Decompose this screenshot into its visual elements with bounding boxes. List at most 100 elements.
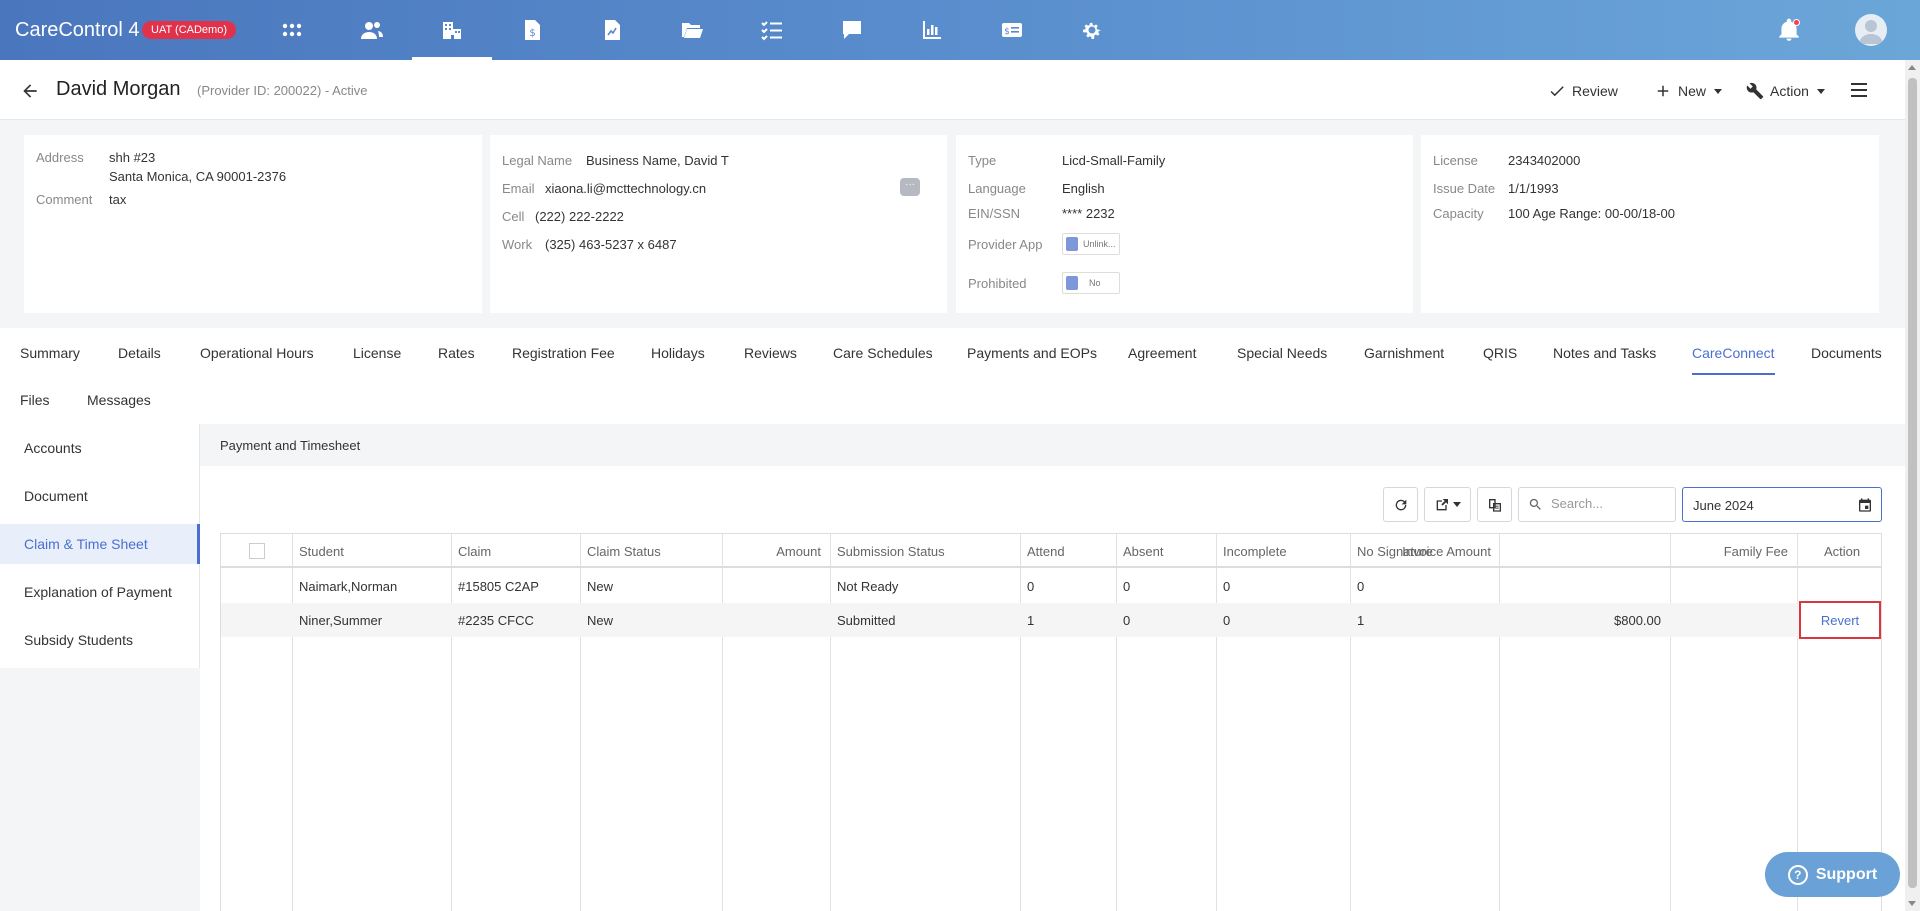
column-header-amount[interactable]: Amount [776, 544, 821, 559]
prohibited-label: Prohibited [968, 276, 1027, 291]
column-header-family-fee[interactable]: Family Fee [1724, 544, 1788, 559]
address-label: Address [36, 150, 84, 165]
chart-document-icon[interactable] [572, 0, 652, 60]
cell-claim[interactable]: #2235 CFCC [458, 613, 534, 628]
scroll-down-arrow-icon[interactable] [1908, 901, 1916, 906]
cell-attend: 0 [1027, 579, 1035, 594]
user-avatar[interactable] [1855, 14, 1887, 46]
page-scrollbar[interactable] [1905, 60, 1920, 911]
prohibited-toggle[interactable]: No [1062, 272, 1120, 294]
notification-dot [1793, 19, 1800, 26]
new-button[interactable]: New [1654, 80, 1723, 102]
column-header-absent[interactable]: Absent [1123, 544, 1163, 559]
language-label: Language [968, 181, 1026, 196]
invoice-dollar-icon[interactable]: $ [492, 0, 572, 60]
license-card: License 2343402000 Issue Date 1/1/1993 C… [1421, 135, 1879, 313]
column-header-claim[interactable]: Claim [458, 544, 491, 559]
calendar-icon[interactable] [1857, 497, 1873, 513]
back-arrow-icon[interactable] [20, 81, 40, 101]
tab-license[interactable]: License [353, 345, 401, 361]
claims-table: Student Claim Claim Status Amount Submis… [220, 533, 1882, 911]
tab-garnishment[interactable]: Garnishment [1364, 345, 1444, 361]
tab-care-schedules[interactable]: Care Schedules [833, 345, 933, 361]
column-header-attend[interactable]: Attend [1027, 544, 1065, 559]
email-value[interactable]: xiaona.li@mcttechnology.cn [545, 181, 706, 196]
tab-files[interactable]: Files [20, 392, 50, 408]
search-icon [1529, 498, 1541, 510]
column-chooser-button[interactable] [1477, 487, 1512, 522]
more-options-chip[interactable]: ··· [900, 178, 920, 196]
tab-messages[interactable]: Messages [87, 392, 151, 408]
tab-details[interactable]: Details [118, 345, 161, 361]
side-item-document[interactable]: Document [0, 476, 200, 516]
app-title[interactable]: CareControl 4 [15, 19, 140, 42]
tab-agreement[interactable]: Agreement [1128, 345, 1196, 361]
export-icon [1436, 498, 1448, 510]
table-row[interactable]: Niner,Summer #2235 CFCC New Submitted 1 … [221, 601, 1881, 639]
cell-no-signature: 0 [1357, 579, 1365, 594]
card-dollar-icon[interactable]: $ [972, 0, 1052, 60]
contact-card: Legal Name Business Name, David T Email … [490, 135, 947, 313]
cell-absent: 0 [1123, 613, 1131, 628]
cell-submission-status: Not Ready [837, 579, 899, 594]
column-header-submission-status[interactable]: Submission Status [837, 544, 945, 559]
address-card: Address shh #23 Santa Monica, CA 90001-2… [24, 135, 482, 313]
license-label: License [1433, 153, 1478, 168]
export-dropdown-button[interactable] [1424, 487, 1471, 522]
apps-grid-icon[interactable] [252, 0, 332, 60]
provider-app-toggle[interactable]: Unlink... [1062, 233, 1120, 255]
column-header-incomplete[interactable]: Incomplete [1223, 544, 1287, 559]
comment-value: tax [109, 192, 127, 207]
side-item-claim-time-sheet[interactable]: Claim & Time Sheet [0, 524, 200, 564]
tab-holidays[interactable]: Holidays [651, 345, 705, 361]
tab-notes-and-tasks[interactable]: Notes and Tasks [1553, 345, 1656, 361]
search-input[interactable] [1551, 496, 1671, 511]
search-box[interactable] [1518, 487, 1676, 522]
folder-open-icon[interactable] [652, 0, 732, 60]
side-item-explanation-of-payment[interactable]: Explanation of Payment [0, 572, 200, 612]
type-label: Type [968, 153, 997, 168]
refresh-icon [1395, 499, 1406, 510]
tab-summary[interactable]: Summary [20, 345, 80, 361]
revert-button[interactable]: Revert [1799, 601, 1881, 639]
side-item-accounts[interactable]: Accounts [0, 428, 200, 468]
cell-claim[interactable]: #15805 C2AP [458, 579, 539, 594]
chat-bubble-icon[interactable] [812, 0, 892, 60]
action-button[interactable]: Action [1746, 80, 1825, 102]
column-header-claim-status[interactable]: Claim Status [587, 544, 661, 559]
tab-reviews[interactable]: Reviews [744, 345, 797, 361]
tab-registration-fee[interactable]: Registration Fee [512, 345, 615, 361]
provider-meta: (Provider ID: 200022) - Active [197, 83, 368, 98]
scroll-up-arrow-icon[interactable] [1908, 65, 1916, 70]
cell-submission-status: Submitted [837, 613, 896, 628]
tab-payments-and-eops[interactable]: Payments and EOPs [967, 345, 1097, 361]
month-picker[interactable]: June 2024 [1682, 487, 1882, 522]
column-header-invoice-amount[interactable]: Invoice Amount [1402, 544, 1491, 559]
column-header-student[interactable]: Student [299, 544, 344, 559]
bar-chart-icon[interactable] [892, 0, 972, 60]
refresh-button[interactable] [1383, 487, 1418, 522]
side-item-subsidy-students[interactable]: Subsidy Students [0, 620, 200, 660]
people-icon[interactable] [332, 0, 412, 60]
table-row[interactable]: Naimark,Norman #15805 C2AP New Not Ready… [221, 569, 1881, 603]
tab-qris[interactable]: QRIS [1483, 345, 1517, 361]
select-all-checkbox[interactable] [249, 543, 265, 559]
provider-header: David Morgan (Provider ID: 200022) - Act… [0, 60, 1905, 120]
review-button[interactable]: Review [1548, 80, 1618, 102]
notification-bell-icon[interactable] [1776, 17, 1802, 43]
tab-rates[interactable]: Rates [438, 345, 475, 361]
work-value: (325) 463-5237 x 6487 [545, 237, 677, 252]
panel-title: Payment and Timesheet [220, 438, 361, 453]
scrollbar-thumb[interactable] [1908, 78, 1917, 888]
gear-icon[interactable] [1052, 0, 1132, 60]
tab-documents[interactable]: Documents [1811, 345, 1882, 361]
support-label: Support [1815, 865, 1878, 883]
tab-careconnect[interactable]: CareConnect [1692, 345, 1775, 375]
support-button[interactable]: ? Support [1765, 852, 1900, 897]
tab-operational-hours[interactable]: Operational Hours [200, 345, 314, 361]
provider-building-icon[interactable] [412, 0, 492, 60]
tab-special-needs[interactable]: Special Needs [1237, 345, 1327, 361]
cell-invoice-amount: $800.00 [1614, 613, 1661, 628]
checklist-icon[interactable] [732, 0, 812, 60]
hamburger-menu-icon[interactable] [1851, 83, 1867, 97]
